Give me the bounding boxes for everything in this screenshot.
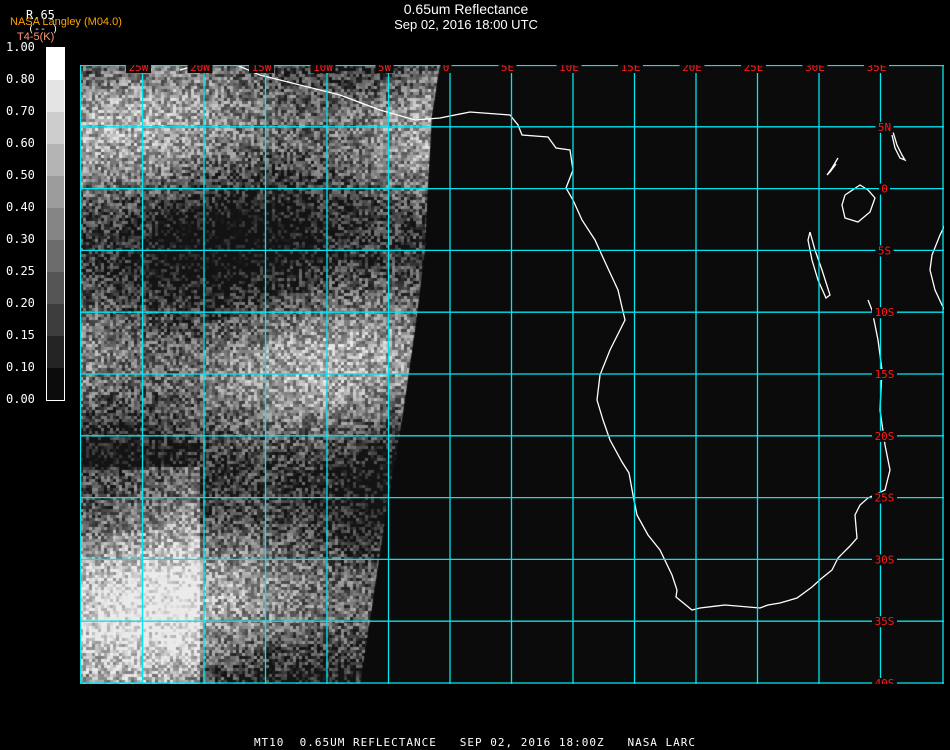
- colorbar-band: [47, 48, 64, 80]
- lat-lon-grid: [80, 65, 944, 684]
- colorbar-band: [47, 144, 64, 176]
- colorbar-band: [47, 80, 64, 112]
- colorbar-tick-label: 0.70: [6, 104, 35, 118]
- image-title: 0.65um Reflectance: [403, 1, 529, 17]
- longitude-label: 10W: [313, 65, 333, 74]
- colorbar-band: [47, 336, 64, 368]
- longitude-label: 15W: [252, 65, 272, 74]
- longitude-label: 15E: [621, 65, 641, 74]
- longitude-label: 5E: [501, 65, 514, 74]
- colorbar-tick-label: 0.50: [6, 168, 35, 182]
- longitude-label: 10E: [559, 65, 579, 74]
- latitude-label: 20S: [875, 430, 895, 443]
- longitude-label: 35E: [867, 65, 887, 74]
- colorbar-tick-label: 0.80: [6, 72, 35, 86]
- lake-victoria: [841, 184, 876, 223]
- colorbar-band: [47, 240, 64, 272]
- colorbar-band: [47, 368, 64, 400]
- colorbar: [46, 47, 65, 401]
- coastline-africa-west: [179, 65, 891, 611]
- colorbar-band: [47, 304, 64, 336]
- colorbar-band: [47, 208, 64, 240]
- longitude-label: 5W: [378, 65, 392, 74]
- colorbar-tick-label: 0.30: [6, 232, 35, 246]
- latitude-label: 5S: [878, 244, 891, 257]
- latitude-label: 30S: [875, 553, 895, 566]
- map-overlay: 25W 20W 15W 10W 5W 0 5E 10E 15E 20E 25E 30E 35E 5N 0 5S…: [80, 65, 944, 684]
- colorbar-tick-label: 1.00: [6, 40, 35, 54]
- lake-albert: [826, 157, 839, 176]
- colorbar-tick-label: 0.15: [6, 328, 35, 342]
- colorbar-tick-label: 0.00: [6, 392, 35, 406]
- colorbar-tick-label: 0.40: [6, 200, 35, 214]
- latitude-label: 35S: [875, 615, 895, 628]
- coastline-africa-east: [929, 225, 944, 311]
- lake-turkana: [891, 131, 907, 162]
- longitude-label: 20W: [190, 65, 210, 74]
- longitude-label: 25W: [129, 65, 149, 74]
- latitude-label: 5N: [878, 121, 891, 134]
- coastline: [179, 65, 944, 611]
- latitude-label: 0: [881, 183, 888, 196]
- latitude-label: 40S: [875, 677, 895, 684]
- longitude-label: 30E: [805, 65, 825, 74]
- colorbar-tick-label: 0.25: [6, 264, 35, 278]
- colorbar-band: [47, 112, 64, 144]
- longitude-label: 25E: [744, 65, 764, 74]
- colorbar-tick-label: 0.20: [6, 296, 35, 310]
- latitude-label: 10S: [875, 306, 895, 319]
- longitude-label: 0: [443, 65, 450, 74]
- image-timestamp: Sep 02, 2016 18:00 UTC: [394, 17, 538, 32]
- satellite-map: 25W 20W 15W 10W 5W 0 5E 10E 15E 20E 25E 30E 35E 5N 0 5S…: [80, 65, 944, 684]
- colorbar-tick-label: 0.60: [6, 136, 35, 150]
- latitude-label: 25S: [875, 492, 895, 505]
- colorbar-band: [47, 272, 64, 304]
- legend-source: NASA Langley (M04.0): [10, 16, 122, 28]
- latitude-label: 15S: [875, 368, 895, 381]
- colorbar-tick-label: 0.10: [6, 360, 35, 374]
- colorbar-band: [47, 176, 64, 208]
- footer-caption: MT10 0.65UM REFLECTANCE SEP 02, 2016 18:…: [253, 736, 697, 749]
- longitude-label: 20E: [682, 65, 702, 74]
